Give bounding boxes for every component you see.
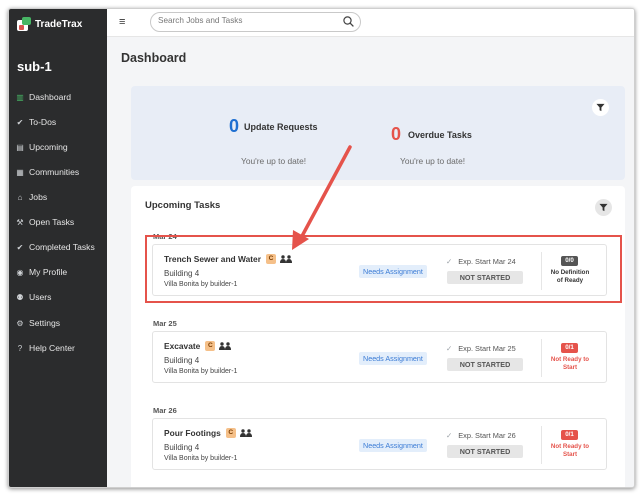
annotation-highlight-box	[145, 235, 622, 303]
overdue-tasks-status: You're up to date!	[400, 156, 466, 166]
check-circle-icon: ✔	[16, 117, 24, 127]
expected-start: ✓ Exp. Start Mar 25	[446, 344, 516, 353]
users-group-icon	[219, 342, 232, 350]
filter-icon	[599, 203, 608, 212]
update-requests-status: You're up to date!	[241, 156, 307, 166]
sidebar-item-jobs[interactable]: ⌂ Jobs	[15, 189, 48, 205]
date-label: Mar 26	[153, 406, 177, 415]
divider	[541, 426, 542, 464]
home-icon: ⌂	[17, 192, 23, 202]
community-name: Villa Bonita by builder-1	[164, 368, 238, 375]
top-header: ≡	[107, 9, 634, 37]
question-circle-icon: ?	[17, 343, 23, 353]
gear-icon: ⚙	[16, 318, 24, 328]
divider	[541, 339, 542, 377]
users-icon: ⚉	[16, 292, 24, 302]
task-card[interactable]: Excavate C Building 4 Villa Bonita by bu…	[152, 331, 607, 383]
upcoming-tasks-title: Upcoming Tasks	[145, 200, 221, 211]
sidebar-item-help-center[interactable]: ? Help Center	[15, 340, 75, 356]
search-box[interactable]	[150, 12, 361, 32]
task-card[interactable]: Pour Footings C Building 4 Villa Bonita …	[152, 418, 607, 470]
overdue-tasks-label: Overdue Tasks	[408, 130, 472, 140]
task-name-text: Excavate	[164, 341, 201, 351]
task-name[interactable]: Pour Footings C	[164, 428, 252, 438]
update-requests-label: Update Requests	[244, 122, 318, 132]
check-circle-icon: ✔	[16, 242, 24, 252]
building-name: Building 4	[164, 443, 200, 452]
user-circle-icon: ◉	[16, 267, 24, 277]
building-icon: ▦	[16, 167, 24, 177]
summary-panel: 0 Update Requests You're up to date! 0 O…	[131, 86, 625, 180]
hamburger-menu-icon[interactable]: ≡	[119, 15, 131, 29]
expected-start: ✓ Exp. Start Mar 26	[446, 431, 516, 440]
sidebar-item-label: Dashboard	[29, 92, 72, 102]
needs-assignment-badge[interactable]: Needs Assignment	[359, 352, 427, 365]
sidebar-item-dashboard[interactable]: ▥ Dashboard	[15, 89, 71, 105]
needs-assignment-badge[interactable]: Needs Assignment	[359, 439, 427, 452]
sidebar-item-todos[interactable]: ✔ To-Dos	[15, 114, 57, 130]
trade-badge: C	[225, 428, 236, 438]
tradetrax-logo[interactable]: TradeTrax	[17, 15, 82, 33]
clipboard-icon: ▤	[16, 142, 24, 152]
readiness-text: Not Ready to Start	[550, 443, 590, 458]
sidebar-item-label: Open Tasks	[29, 217, 75, 227]
sidebar-item-label: Help Center	[29, 343, 75, 353]
filter-button[interactable]	[592, 99, 609, 116]
sidebar-item-label: Jobs	[29, 192, 48, 202]
sidebar-item-upcoming[interactable]: ▤ Upcoming	[15, 139, 68, 155]
sidebar-item-open-tasks[interactable]: ⚒ Open Tasks	[15, 214, 74, 230]
community-name: Villa Bonita by builder-1	[164, 455, 238, 462]
dashboard-icon: ▥	[16, 92, 24, 102]
readiness-badge: 0/1	[561, 343, 578, 353]
sidebar-item-my-profile[interactable]: ◉ My Profile	[15, 264, 68, 280]
sidebar-item-completed-tasks[interactable]: ✔ Completed Tasks	[15, 239, 95, 255]
sidebar-item-users[interactable]: ⚉ Users	[15, 289, 51, 305]
tradetrax-logo-icon	[17, 17, 31, 31]
date-label: Mar 25	[153, 319, 177, 328]
sidebar-item-label: Completed Tasks	[29, 242, 95, 252]
task-name-text: Pour Footings	[164, 428, 221, 438]
expected-start-text: Exp. Start Mar 26	[458, 431, 516, 440]
sidebar-item-label: My Profile	[29, 267, 68, 277]
upcoming-tasks-panel: Upcoming Tasks Mar 24 Trench Sewer and W…	[131, 186, 625, 487]
trade-badge: C	[205, 341, 216, 351]
sidebar-item-label: Settings	[29, 318, 61, 328]
status-badge: NOT STARTED	[447, 445, 523, 458]
expected-start-text: Exp. Start Mar 25	[458, 344, 516, 353]
check-icon: ✓	[446, 344, 453, 353]
filter-icon	[596, 103, 605, 112]
org-name: sub-1	[17, 59, 52, 74]
filter-button[interactable]	[595, 199, 612, 216]
sidebar-item-label: To-Dos	[29, 117, 57, 127]
task-name[interactable]: Excavate C	[164, 341, 232, 351]
update-requests-count: 0	[229, 116, 240, 136]
check-icon: ✓	[446, 431, 453, 440]
sidebar-item-label: Communities	[29, 167, 80, 177]
overdue-tasks-count: 0	[391, 124, 402, 144]
sidebar-item-settings[interactable]: ⚙ Settings	[15, 315, 60, 331]
page-title: Dashboard	[121, 51, 187, 65]
users-group-icon	[239, 429, 252, 437]
building-name: Building 4	[164, 356, 200, 365]
sidebar: TradeTrax sub-1 ▥ Dashboard ✔ To-Dos ▤ U…	[9, 9, 107, 487]
status-badge: NOT STARTED	[447, 358, 523, 371]
sidebar-item-label: Upcoming	[29, 142, 68, 152]
app-name: TradeTrax	[35, 18, 83, 30]
readiness-text: Not Ready to Start	[550, 356, 590, 371]
sidebar-item-communities[interactable]: ▦ Communities	[15, 164, 79, 180]
readiness-badge: 0/1	[561, 430, 578, 440]
sidebar-item-label: Users	[29, 292, 52, 302]
search-icon[interactable]	[342, 15, 355, 28]
wrench-icon: ⚒	[16, 217, 24, 227]
search-input[interactable]	[158, 16, 338, 25]
